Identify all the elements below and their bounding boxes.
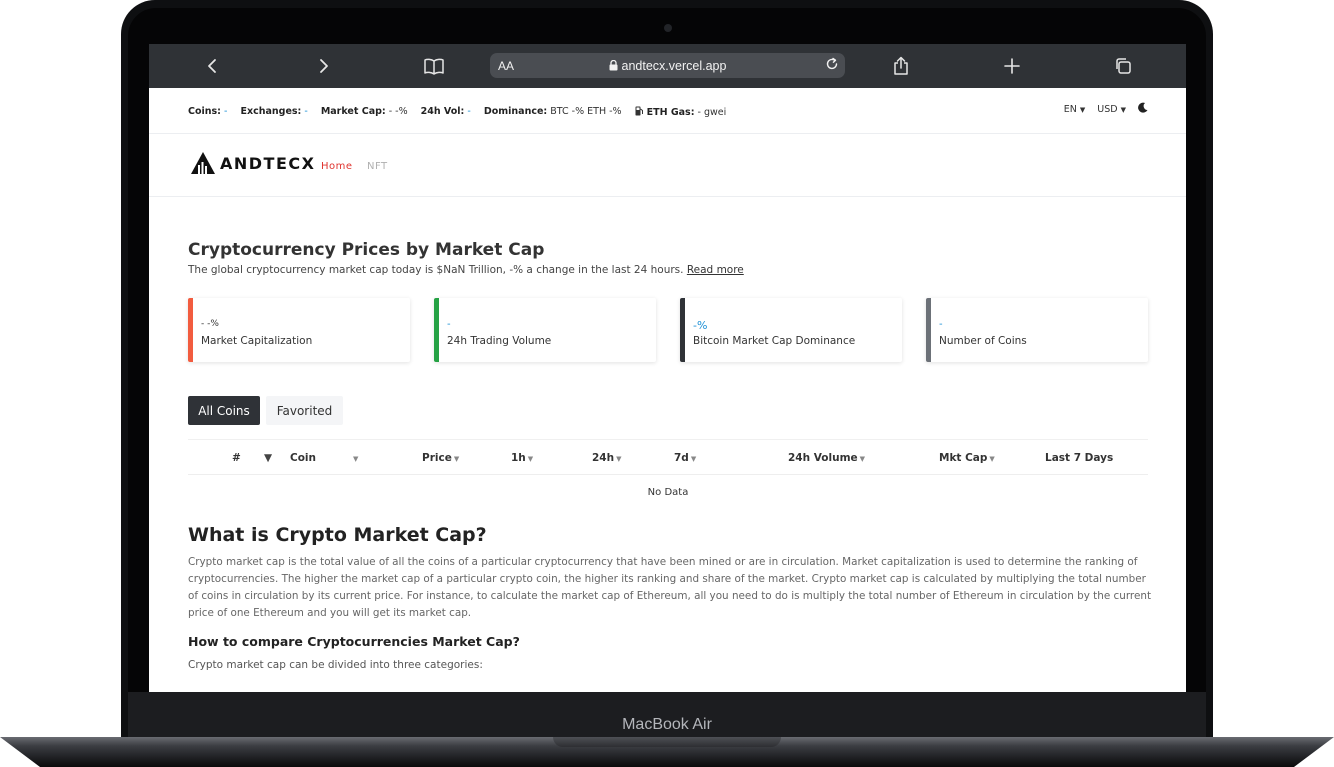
header-preferences: EN ▼ USD ▼: [1064, 102, 1148, 116]
global-stats-bar: Coins: - Exchanges: - Market Cap: - -% 2…: [149, 88, 1186, 134]
main-navigation: ANDTECX Home NFT: [149, 135, 1186, 197]
share-icon[interactable]: [889, 54, 913, 78]
sort-caret-icon[interactable]: ▼: [264, 452, 272, 464]
card-accent-bar: [926, 298, 931, 362]
column-header-7d[interactable]: 7d ▼: [674, 452, 696, 464]
sort-caret-icon: ▼: [859, 455, 866, 463]
camera-dot: [664, 24, 672, 32]
lock-icon: [609, 59, 618, 70]
trading-volume-card: - 24h Trading Volume: [434, 298, 656, 362]
compare-market-cap-heading: How to compare Cryptocurrencies Market C…: [188, 634, 520, 649]
number-of-coins-card: - Number of Coins: [926, 298, 1148, 362]
language-select[interactable]: EN ▼: [1064, 104, 1086, 115]
column-header-rank[interactable]: #: [232, 452, 241, 464]
market-summary-text: The global cryptocurrency market cap tod…: [188, 264, 684, 276]
sort-caret-icon[interactable]: ▼: [353, 455, 358, 463]
stat-eth-gas: ETH Gas: - gwei: [635, 106, 726, 118]
nav-link-home[interactable]: Home: [321, 161, 353, 172]
currency-label: USD: [1097, 103, 1118, 115]
column-header-price[interactable]: Price ▼: [422, 452, 459, 464]
page-title: Cryptocurrency Prices by Market Cap: [188, 240, 545, 260]
btc-dominance-card: -% Bitcoin Market Cap Dominance: [680, 298, 902, 362]
card-label: 24h Trading Volume: [447, 335, 552, 347]
stat-coins: Coins: -: [188, 106, 228, 117]
sort-caret-icon: ▼: [989, 455, 995, 463]
nav-link-nft[interactable]: NFT: [367, 161, 388, 172]
card-value: -%: [693, 319, 708, 332]
table-empty-state: No Data: [647, 487, 689, 498]
global-stats-items: Coins: - Exchanges: - Market Cap: - -% 2…: [188, 106, 726, 118]
language-label: EN: [1063, 103, 1077, 115]
stat-dominance: Dominance: BTC -% ETH -%: [483, 106, 622, 117]
card-label: Number of Coins: [939, 335, 1027, 347]
tab-favorited[interactable]: Favorited: [266, 396, 343, 425]
bookmarks-icon[interactable]: [422, 54, 446, 78]
card-label: Bitcoin Market Cap Dominance: [693, 335, 856, 347]
screen: AA andtecx.vercel.app Coins: - Exchanges…: [149, 44, 1186, 692]
sort-caret-icon: ▼: [453, 455, 460, 463]
address-bar[interactable]: AA andtecx.vercel.app: [490, 53, 845, 78]
device-brand-label: MacBook Air: [622, 716, 712, 733]
chevron-down-icon: ▼: [1120, 105, 1126, 114]
new-tab-icon[interactable]: [1000, 54, 1024, 78]
card-value: -: [939, 319, 943, 330]
sort-caret-icon: ▼: [690, 455, 697, 463]
column-header-coin[interactable]: Coin: [290, 452, 316, 464]
browser-toolbar: AA andtecx.vercel.app: [149, 44, 1186, 88]
card-accent-bar: [680, 298, 685, 362]
card-value: - -%: [201, 319, 219, 329]
stat-24h-volume: 24h Vol: -: [420, 106, 471, 117]
url-label: andtecx.vercel.app: [621, 58, 727, 73]
card-accent-bar: [188, 298, 193, 362]
column-header-24h[interactable]: 24h ▼: [592, 452, 621, 464]
laptop-hinge-notch: [553, 737, 781, 747]
what-is-market-cap-heading: What is Crypto Market Cap?: [188, 524, 487, 546]
column-header-mkt-cap[interactable]: Mkt Cap ▼: [939, 452, 995, 464]
dark-mode-moon-icon[interactable]: [1138, 102, 1148, 116]
back-icon[interactable]: [201, 54, 225, 78]
gas-pump-icon: [635, 106, 643, 116]
site-logo[interactable]: ANDTECX: [190, 151, 315, 175]
market-cap-card: - -% Market Capitalization: [188, 298, 410, 362]
tab-all-coins[interactable]: All Coins: [188, 396, 260, 425]
forward-icon[interactable]: [311, 54, 335, 78]
currency-select[interactable]: USD ▼: [1097, 104, 1126, 115]
andtecx-logo-icon: [191, 152, 215, 174]
tabs-overview-icon[interactable]: [1111, 54, 1135, 78]
what-is-market-cap-text: Crypto market cap is the total value of …: [188, 556, 1152, 619]
chevron-down-icon: ▼: [1079, 105, 1086, 114]
coins-table-header: # ▼ Coin ▼ Price ▼ 1h ▼ 24h ▼ 7d ▼ 24h Volum…: [188, 439, 1148, 475]
read-more-link[interactable]: Read more: [687, 264, 744, 276]
sort-caret-icon: ▼: [527, 455, 534, 463]
stat-market-cap: Market Cap: - -%: [320, 106, 408, 117]
stat-exchanges: Exchanges: -: [240, 106, 308, 117]
reload-icon[interactable]: [825, 57, 839, 74]
url-text: andtecx.vercel.app: [490, 59, 845, 73]
card-label: Market Capitalization: [201, 335, 313, 347]
compare-market-cap-text: Crypto market cap can be divided into th…: [188, 659, 483, 671]
card-accent-bar: [434, 298, 439, 362]
column-header-last-7-days: Last 7 Days: [1045, 452, 1114, 464]
sort-caret-icon: ▼: [616, 455, 622, 463]
logo-text: ANDTECX: [220, 153, 316, 173]
column-header-1h[interactable]: 1h ▼: [511, 452, 533, 464]
page-subtitle: The global cryptocurrency market cap tod…: [188, 264, 744, 276]
card-value: -: [447, 319, 451, 330]
column-header-24h-volume[interactable]: 24h Volume ▼: [788, 452, 865, 464]
